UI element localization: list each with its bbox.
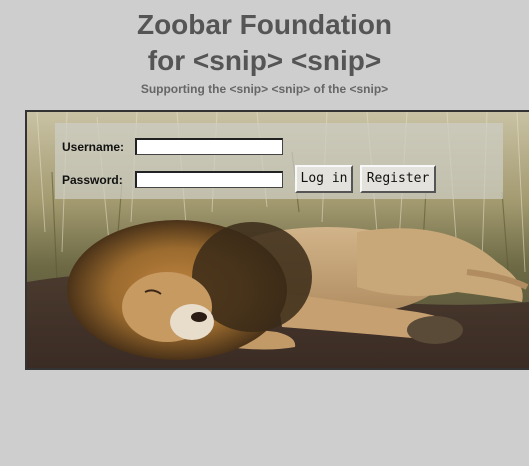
login-form: Username: Password: Log in Register (55, 123, 503, 199)
login-button[interactable]: Log in (295, 165, 353, 193)
password-label: Password: (62, 173, 123, 187)
username-input[interactable] (135, 138, 283, 155)
register-button[interactable]: Register (360, 165, 436, 193)
login-banner: Username: Password: Log in Register (25, 110, 529, 370)
page: Zoobar Foundation for <snip> <snip> Supp… (0, 0, 529, 466)
page-title-line2: for <snip> <snip> (147, 45, 382, 76)
page-subtitle: Supporting the <snip> <snip> of the <sni… (140, 82, 389, 96)
username-label: Username: (62, 140, 125, 154)
password-input[interactable] (135, 171, 283, 188)
page-title: Zoobar Foundation (136, 9, 393, 40)
